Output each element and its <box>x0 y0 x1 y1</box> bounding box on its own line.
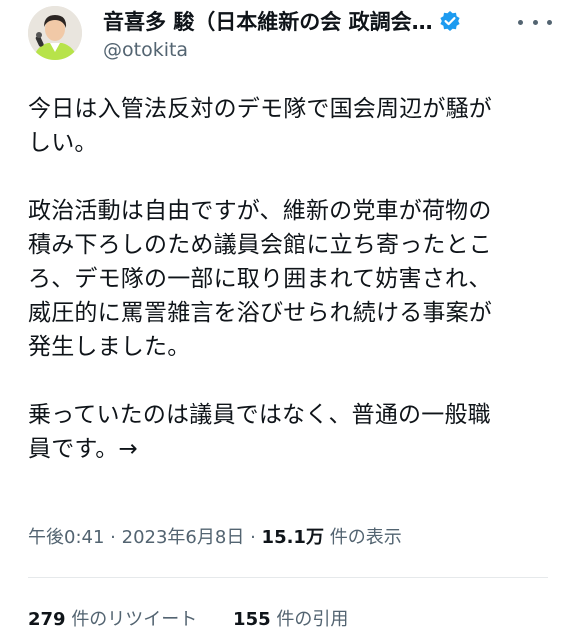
tweet-header: 音喜多 駿（日本維新の会 政調会… @otokita <box>0 0 575 80</box>
divider <box>28 577 548 578</box>
more-options-icon[interactable] <box>518 10 552 34</box>
quotes-link[interactable]: 155 件の引用 <box>233 609 348 630</box>
display-name[interactable]: 音喜多 駿（日本維新の会 政調会… <box>103 6 433 36</box>
meta-separator: · <box>250 527 256 548</box>
retweets-label: 件のリツイート <box>71 609 198 630</box>
tweet-line: 発生しました。 <box>28 334 191 360</box>
tweet-paragraph: 乗っていたのは議員ではなく、普通の一般職 員です。→ <box>28 398 558 466</box>
user-handle[interactable]: @otokita <box>103 39 188 61</box>
tweet-line: 積み下ろしのため議員会館に立ち寄ったとこ <box>28 232 492 258</box>
tweet-line: 員です。→ <box>28 436 138 462</box>
tweet-paragraph: 政治活動は自由ですが、維新の党車が荷物の 積み下ろしのため議員会館に立ち寄ったと… <box>28 194 558 364</box>
tweet-meta: 午後0:41 · 2023年6月8日 · 15.1万 件の表示 <box>28 523 402 549</box>
engagement-stats: 279 件のリツイート 155 件の引用 <box>28 605 348 631</box>
meta-separator: · <box>110 527 116 548</box>
tweet-line: 乗っていたのは議員ではなく、普通の一般職 <box>28 402 491 428</box>
retweets-count: 279 <box>28 609 66 630</box>
tweet-date[interactable]: 2023年6月8日 <box>122 527 245 548</box>
tweet-paragraph: 今日は入管法反対のデモ隊で国会周辺が騒が しい。 <box>28 92 558 160</box>
tweet-line: 政治活動は自由ですが、維新の党車が荷物の <box>28 198 492 224</box>
avatar-photo-icon <box>28 6 82 60</box>
quotes-count: 155 <box>233 609 271 630</box>
tweet-time[interactable]: 午後0:41 <box>28 527 104 548</box>
avatar[interactable] <box>28 6 82 60</box>
tweet-text: 今日は入管法反対のデモ隊で国会周辺が騒が しい。 政治活動は自由ですが、維新の党… <box>28 92 558 466</box>
tweet-line: 威圧的に罵詈雑言を浴びせられ続ける事案が <box>28 300 492 326</box>
tweet-line: ろ、デモ隊の一部に取り囲まれて妨害され、 <box>28 266 492 292</box>
name-row: 音喜多 駿（日本維新の会 政調会… <box>103 6 523 36</box>
views-label: 件の表示 <box>329 527 402 548</box>
retweets-link[interactable]: 279 件のリツイート <box>28 609 203 630</box>
tweet-line: 今日は入管法反対のデモ隊で国会周辺が騒が <box>28 96 492 122</box>
views-count: 15.1万 <box>261 527 324 548</box>
tweet-line: しい。 <box>28 130 98 156</box>
quotes-label: 件の引用 <box>276 609 349 630</box>
verified-badge-icon <box>440 11 460 31</box>
